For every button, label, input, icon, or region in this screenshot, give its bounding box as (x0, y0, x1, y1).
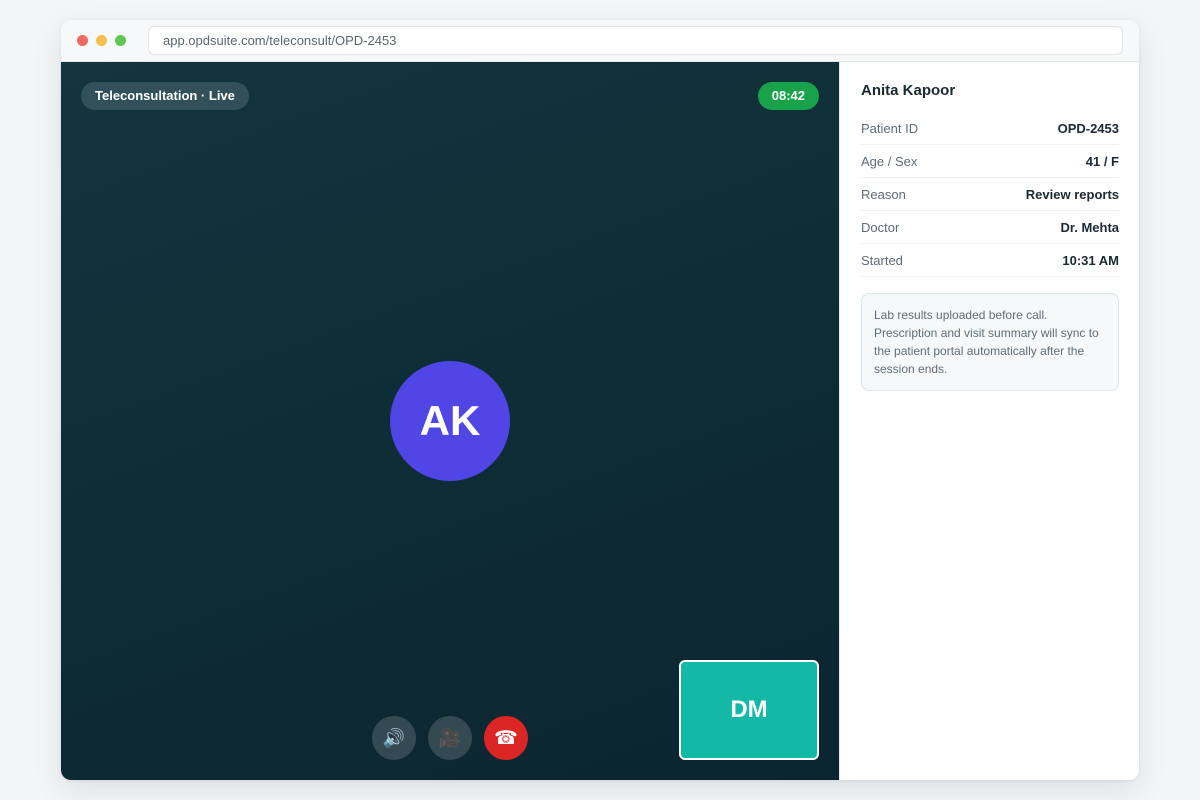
info-label: Started (861, 252, 903, 268)
info-label: Reason (861, 186, 906, 202)
end-call-button[interactable]: ☎ (484, 716, 528, 760)
address-bar[interactable]: app.opdsuite.com/teleconsult/OPD-2453 (148, 26, 1123, 55)
call-timer: 08:42 (757, 82, 819, 110)
info-label: Age / Sex (861, 153, 918, 169)
session-status-badge: Teleconsultation · Live (81, 82, 249, 110)
info-value: 41 / F (1085, 153, 1119, 169)
self-view-tile[interactable]: DM (679, 660, 819, 760)
camera-icon: 🎥 (438, 727, 462, 748)
video-stage: Teleconsultation · Live 08:42 AK 🔊 🎥 ☎ D… (61, 62, 839, 780)
info-row-started: Started 10:31 AM (861, 244, 1119, 277)
info-row-doctor: Doctor Dr. Mehta (861, 211, 1119, 244)
minimize-window-button[interactable] (96, 35, 107, 46)
info-value: Review reports (1025, 186, 1119, 202)
info-value: OPD-2453 (1057, 120, 1119, 136)
info-row-reason: Reason Review reports (861, 178, 1119, 211)
phone-icon: ☎ (494, 727, 518, 749)
patient-name: Anita Kapoor (861, 82, 956, 99)
maximize-window-button[interactable] (115, 35, 126, 46)
video-toggle-button[interactable]: 🎥 (428, 716, 472, 760)
patient-info-panel: Anita Kapoor Patient ID OPD-2453 Age / S… (839, 62, 1139, 780)
browser-titlebar: app.opdsuite.com/teleconsult/OPD-2453 (61, 20, 1139, 62)
session-notes: Lab results uploaded before call. Prescr… (861, 293, 1119, 391)
speaker-icon: 🔊 (382, 727, 406, 748)
call-controls: 🔊 🎥 ☎ (372, 716, 528, 760)
info-label: Patient ID (861, 120, 919, 136)
patient-avatar: AK (390, 361, 510, 481)
info-row-age-sex: Age / Sex 41 / F (861, 145, 1119, 178)
close-window-button[interactable] (77, 35, 88, 46)
info-row-patient-id: Patient ID OPD-2453 (861, 112, 1119, 145)
info-value: Dr. Mehta (1060, 219, 1119, 235)
info-label: Doctor (861, 219, 900, 235)
audio-toggle-button[interactable]: 🔊 (372, 716, 416, 760)
info-value: 10:31 AM (1062, 252, 1119, 268)
browser-window: app.opdsuite.com/teleconsult/OPD-2453 Te… (61, 20, 1139, 780)
